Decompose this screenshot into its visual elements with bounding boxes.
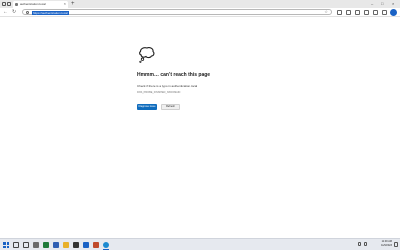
task-view-icon[interactable] <box>23 242 29 248</box>
tab-strip: authentication.local × + – □ × <box>0 0 400 8</box>
tab-active[interactable]: authentication.local × <box>13 1 68 8</box>
refresh-button[interactable]: ↻ <box>12 9 16 15</box>
error-title: Hmmm… can’t reach this page <box>137 72 211 78</box>
tab-close-button[interactable]: × <box>64 2 66 6</box>
page-content: Hmmm… can’t reach this page Check if the… <box>0 18 400 238</box>
menu-icon[interactable] <box>382 10 387 15</box>
address-bar[interactable]: https://authentication.local ☆ <box>22 9 332 15</box>
search-icon[interactable] <box>13 242 19 248</box>
word-icon[interactable] <box>53 242 59 248</box>
diagnose-button[interactable]: Diagnose issue <box>137 104 157 110</box>
split-screen-icon[interactable] <box>337 10 342 15</box>
volume-icon[interactable] <box>364 242 367 246</box>
favorite-star-icon[interactable]: ☆ <box>324 10 328 14</box>
file-explorer-icon[interactable] <box>63 242 69 248</box>
terminal-icon[interactable] <box>33 242 39 248</box>
address-url[interactable]: https://authentication.local <box>32 10 69 15</box>
error-description: Check if there is a typo in authenticati… <box>137 84 198 88</box>
close-window-button[interactable]: × <box>392 1 394 6</box>
maximize-button[interactable]: □ <box>381 1 383 6</box>
copilot-icon[interactable] <box>390 9 397 16</box>
app-icon[interactable] <box>93 242 99 248</box>
notifications-icon[interactable] <box>394 242 398 247</box>
refresh-page-button[interactable]: Refresh <box>161 104 180 110</box>
clock-date: 11/6/2023 <box>381 244 392 247</box>
vscode-icon[interactable] <box>83 242 89 248</box>
minimize-button[interactable]: – <box>371 1 373 6</box>
back-button[interactable]: ← <box>3 9 8 15</box>
new-tab-button[interactable]: + <box>71 1 75 7</box>
downloads-icon[interactable] <box>364 10 369 15</box>
network-icon[interactable] <box>358 242 361 246</box>
taskbar: 11:00 AM 11/6/2023 <box>0 238 400 250</box>
command-prompt-icon[interactable] <box>73 242 79 248</box>
site-info-icon[interactable] <box>26 11 29 14</box>
edge-icon[interactable] <box>103 242 109 248</box>
thought-bubble-icon <box>139 47 155 63</box>
tab-actions-icon[interactable] <box>7 2 11 6</box>
system-clock[interactable]: 11:00 AM 11/6/2023 <box>381 240 392 248</box>
error-code: DNS_PROBE_FINISHED_NXDOMAIN <box>137 91 181 94</box>
profile-icon[interactable] <box>2 2 6 6</box>
favorites-icon[interactable] <box>346 10 351 15</box>
favicon-icon <box>15 3 18 6</box>
extensions-icon[interactable] <box>373 10 378 15</box>
browser-toolbar: ← ↻ https://authentication.local ☆ <box>0 8 400 17</box>
collections-icon[interactable] <box>355 10 360 15</box>
tab-title: authentication.local <box>20 2 46 6</box>
excel-icon[interactable] <box>43 242 49 248</box>
start-button[interactable] <box>3 242 9 248</box>
